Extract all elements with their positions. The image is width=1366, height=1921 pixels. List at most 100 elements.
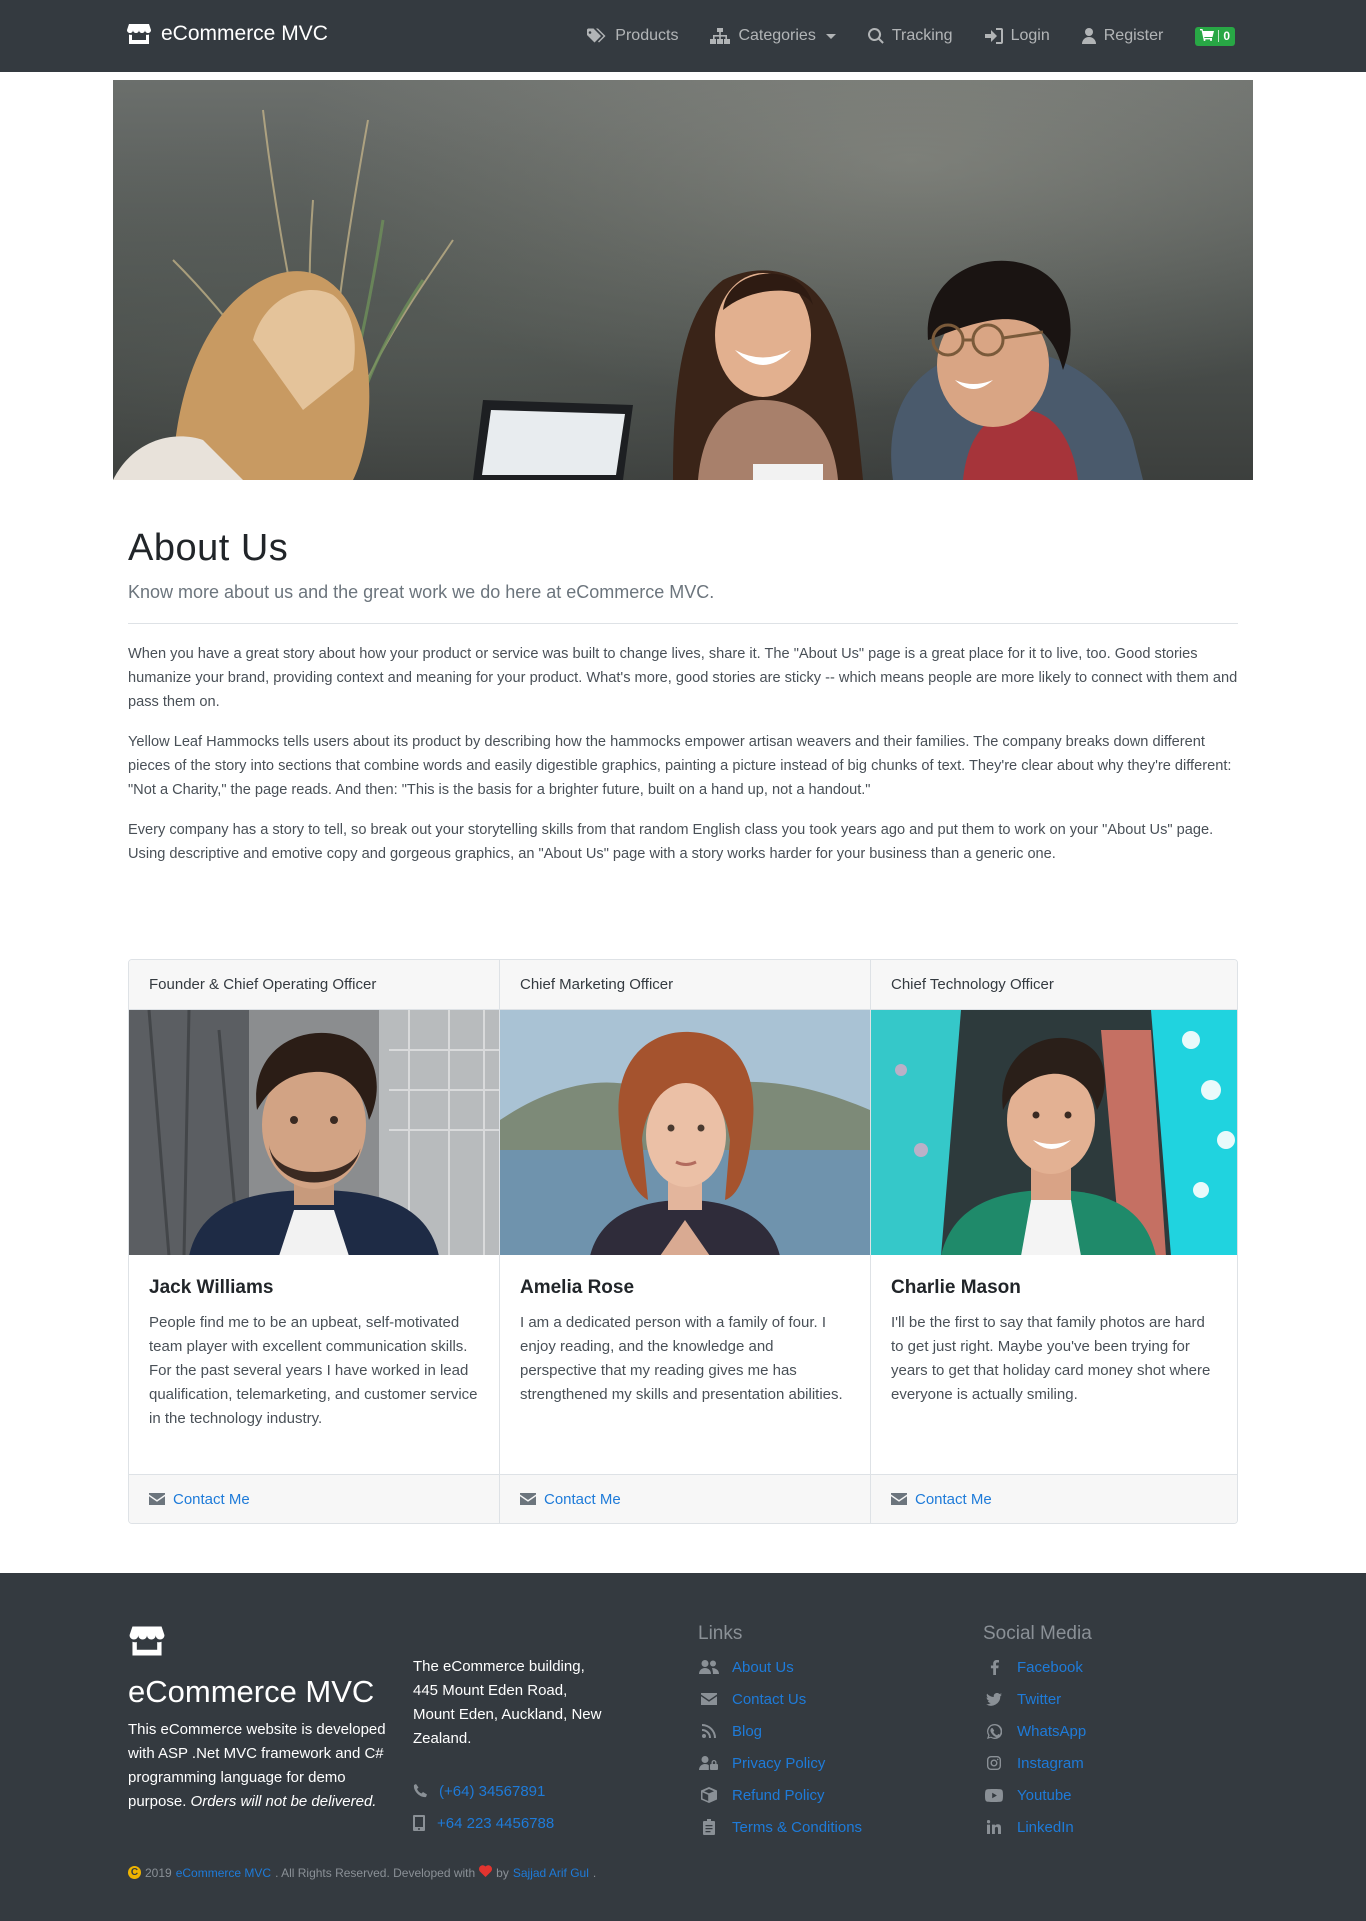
- card-body: Charlie Mason I'll be the first to say t…: [871, 1255, 1237, 1474]
- footer-link-blog[interactable]: Blog: [732, 1723, 762, 1740]
- footer-phone-link[interactable]: (+64) 34567891: [439, 1783, 545, 1800]
- footer-link-about[interactable]: About Us: [732, 1659, 794, 1676]
- twitter-icon: [983, 1692, 1005, 1706]
- user-icon: [1081, 28, 1096, 44]
- footer-social-facebook[interactable]: Facebook: [1017, 1659, 1083, 1676]
- copyright-author-link[interactable]: Sajjad Arif Gul: [513, 1866, 589, 1880]
- footer-link-terms[interactable]: Terms & Conditions: [732, 1819, 862, 1836]
- search-icon: [867, 28, 884, 44]
- footer-social-heading: Social Media: [983, 1623, 1092, 1644]
- footer-contact-column: The eCommerce building, 445 Mount Eden R…: [413, 1655, 613, 1839]
- envelope-icon: [520, 1493, 536, 1506]
- footer-address: The eCommerce building, 445 Mount Eden R…: [413, 1658, 602, 1747]
- nav-products[interactable]: Products: [587, 27, 678, 45]
- instagram-icon: [983, 1756, 1005, 1770]
- portrait-illustration: [871, 1009, 1237, 1256]
- clipboard-icon: [698, 1819, 720, 1835]
- footer-social-linkedin[interactable]: LinkedIn: [1017, 1819, 1074, 1836]
- footer-phone-row: (+64) 34567891: [413, 1775, 613, 1807]
- team-member-role: Founder & Chief Operating Officer: [129, 960, 499, 1010]
- nav-login[interactable]: Login: [984, 27, 1050, 45]
- footer-contact-list: (+64) 34567891 +64 223 4456788: [413, 1775, 613, 1839]
- navbar: eCommerce MVC Products Categories Tracki…: [0, 0, 1366, 72]
- page-title: About Us: [128, 527, 289, 569]
- nav-register-label: Register: [1103, 27, 1164, 44]
- phone-icon: [413, 1784, 427, 1798]
- card-body: Jack Williams People find me to be an up…: [129, 1255, 499, 1474]
- copyright-end: .: [592, 1865, 597, 1880]
- footer-social-item: Facebook: [983, 1651, 1092, 1683]
- envelope-icon: [149, 1493, 165, 1506]
- nav-tracking[interactable]: Tracking: [867, 27, 953, 45]
- about-section: About Us Know more about us and the grea…: [128, 527, 1238, 866]
- contact-me-link[interactable]: Contact Me: [173, 1491, 250, 1508]
- team-member-name: Jack Williams: [149, 1277, 274, 1299]
- team-card: Chief Technology Officer Charlie Mason I…: [871, 960, 1237, 1523]
- main-nav: Products Categories Tracking Login Regis…: [587, 0, 1235, 72]
- team-member-photo: [871, 1009, 1237, 1256]
- team-member-role: Chief Marketing Officer: [500, 960, 870, 1010]
- about-paragraph: Every company has a story to tell, so br…: [128, 822, 1214, 862]
- contact-me-link[interactable]: Contact Me: [544, 1491, 621, 1508]
- nav-categories[interactable]: Categories: [710, 27, 836, 45]
- team-card: Founder & Chief Operating Officer Jack W…: [129, 960, 500, 1523]
- footer-link-item: Refund Policy: [698, 1779, 862, 1811]
- footer-link-refund[interactable]: Refund Policy: [732, 1787, 825, 1804]
- user-lock-icon: [698, 1756, 720, 1770]
- team-member-photo: [129, 1009, 499, 1256]
- footer-link-privacy[interactable]: Privacy Policy: [732, 1755, 825, 1772]
- team-member-bio: I am a dedicated person with a family of…: [520, 1314, 843, 1404]
- footer-social-whatsapp[interactable]: WhatsApp: [1017, 1723, 1086, 1740]
- portrait-illustration: [129, 1009, 499, 1256]
- footer-social-item: WhatsApp: [983, 1715, 1092, 1747]
- brand-link[interactable]: eCommerce MVC: [127, 22, 328, 46]
- rss-icon: [698, 1724, 720, 1738]
- linkedin-icon: [983, 1820, 1005, 1834]
- team-member-photo: [500, 1009, 870, 1256]
- copyright-year: 2019: [145, 1865, 172, 1880]
- about-paragraph: Yellow Leaf Hammocks tells users about i…: [128, 734, 1232, 798]
- footer-link-item: About Us: [698, 1651, 862, 1683]
- box-icon: [698, 1787, 720, 1803]
- copyright-rights: . All Rights Reserved. Developed with: [275, 1865, 476, 1880]
- footer-social-youtube[interactable]: Youtube: [1017, 1787, 1072, 1804]
- hero-people-illustration: [113, 109, 1143, 480]
- footer-links-column: Links About Us Contact Us Blog Privacy P…: [698, 1623, 862, 1843]
- footer-description: This eCommerce website is developed with…: [128, 1718, 388, 1814]
- shopping-cart-icon: [1200, 28, 1215, 44]
- nav-tracking-label: Tracking: [891, 27, 953, 44]
- team-member-name: Amelia Rose: [520, 1277, 635, 1299]
- footer-links-list: About Us Contact Us Blog Privacy Policy …: [698, 1651, 862, 1843]
- copyright-site-link[interactable]: eCommerce MVC: [176, 1866, 271, 1880]
- card-footer: Contact Me: [129, 1474, 499, 1523]
- tags-icon: [587, 28, 607, 44]
- footer-social-twitter[interactable]: Twitter: [1017, 1691, 1061, 1708]
- footer-social-instagram[interactable]: Instagram: [1017, 1755, 1084, 1772]
- footer-description-note: Orders will not be delivered.: [190, 1793, 377, 1810]
- mobile-icon: [413, 1815, 425, 1831]
- portrait-illustration: [500, 1009, 870, 1256]
- whatsapp-icon: [983, 1723, 1005, 1739]
- team-member-role: Chief Technology Officer: [871, 960, 1237, 1010]
- page-lead: Know more about us and the great work we…: [128, 582, 715, 602]
- nav-register[interactable]: Register: [1081, 27, 1164, 45]
- copyright: C 2019 eCommerce MVC . All Rights Reserve…: [128, 1865, 596, 1880]
- copyright-by: by: [496, 1865, 509, 1880]
- contact-me-link[interactable]: Contact Me: [915, 1491, 992, 1508]
- card-footer: Contact Me: [500, 1474, 870, 1523]
- footer-link-item: Blog: [698, 1715, 862, 1747]
- team-cards: Founder & Chief Operating Officer Jack W…: [128, 959, 1238, 1524]
- cart-button[interactable]: 0: [1195, 26, 1235, 46]
- footer-link-item: Terms & Conditions: [698, 1811, 862, 1843]
- sign-in-icon: [984, 28, 1003, 44]
- card-body: Amelia Rose I am a dedicated person with…: [500, 1255, 870, 1474]
- divider: [128, 623, 1238, 624]
- footer-link-contact[interactable]: Contact Us: [732, 1691, 806, 1708]
- chevron-down-icon: [825, 33, 836, 39]
- hero-image: [113, 80, 1253, 480]
- footer-mobile-row: +64 223 4456788: [413, 1807, 613, 1839]
- users-icon: [698, 1660, 720, 1674]
- footer-link-item: Privacy Policy: [698, 1747, 862, 1779]
- youtube-icon: [983, 1788, 1005, 1802]
- footer-mobile-link[interactable]: +64 223 4456788: [437, 1815, 554, 1832]
